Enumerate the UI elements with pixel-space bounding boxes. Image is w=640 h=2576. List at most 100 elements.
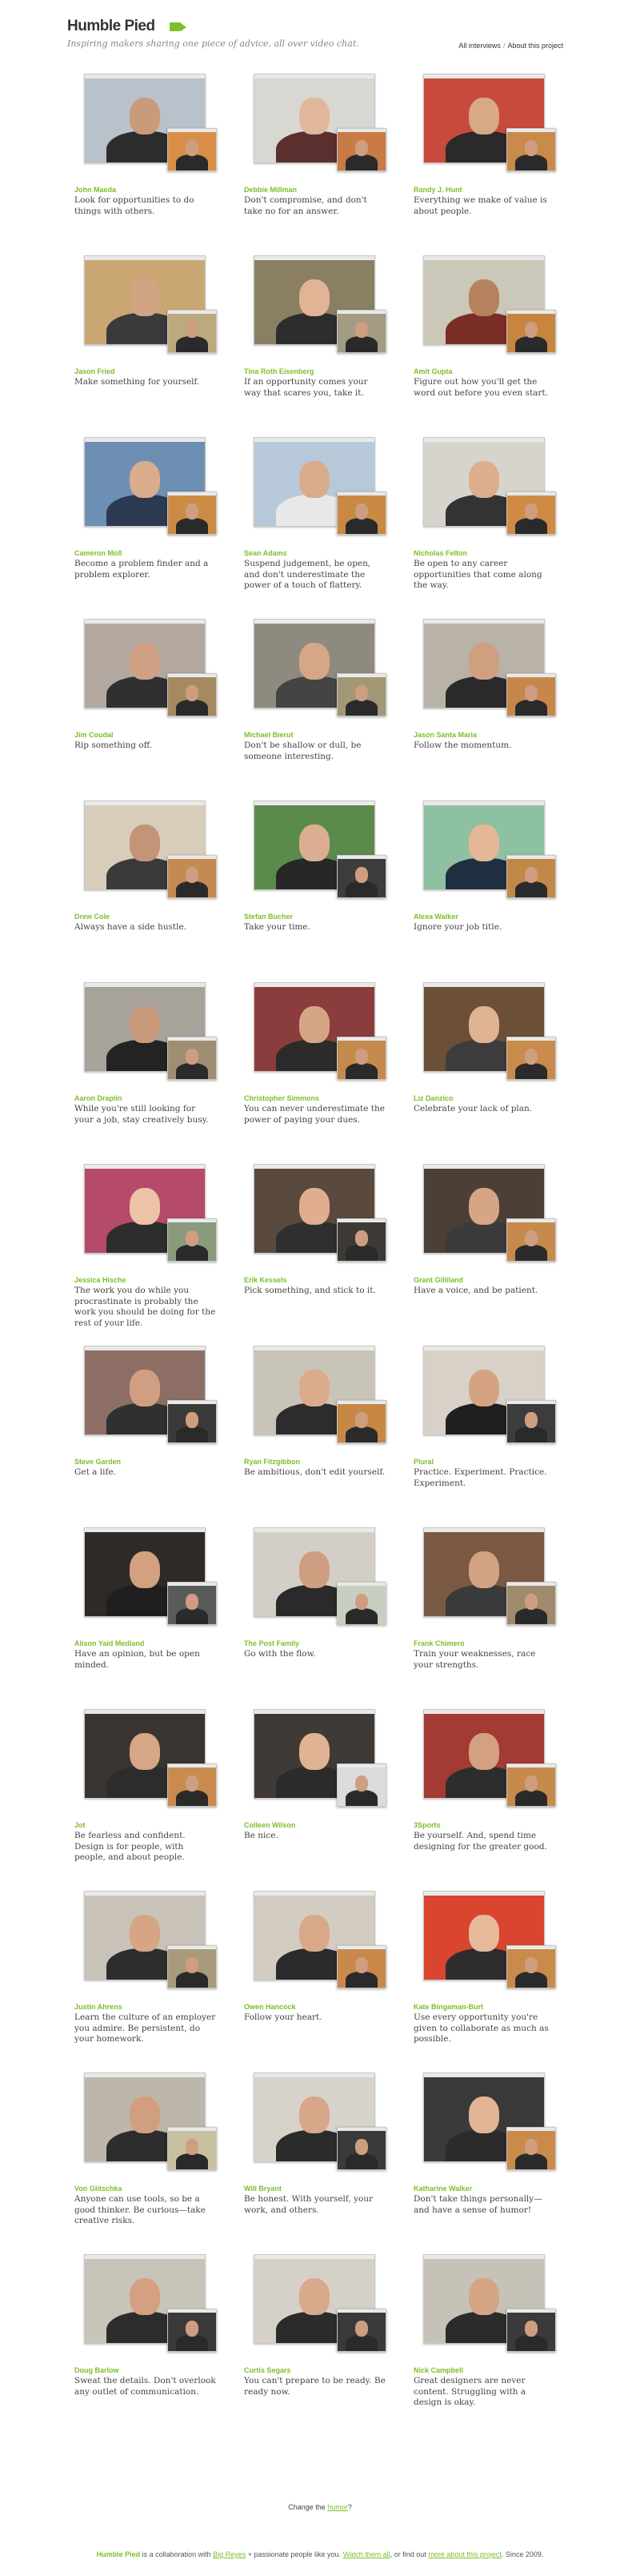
interviewee-name[interactable]: Debbie Millman [244,186,297,194]
video-chat-screenshot[interactable] [254,1346,386,1450]
video-chat-screenshot[interactable] [84,437,217,541]
video-chat-screenshot[interactable] [423,1346,556,1450]
video-chat-screenshot[interactable] [254,437,386,541]
interviewee-name[interactable]: Tina Roth Eisenberg [244,367,314,375]
video-scene [338,2131,386,2169]
video-chat-screenshot[interactable] [423,800,556,905]
person-body [176,1063,208,1079]
video-chat-screenshot[interactable] [254,1527,386,1631]
site-logo[interactable]: Humble Pied [67,18,155,35]
video-chat-screenshot[interactable] [254,1164,386,1268]
interviewee-name[interactable]: Jim Coudal [74,731,114,739]
video-chat-screenshot[interactable] [423,255,556,359]
video-chat-screenshot[interactable] [423,74,556,178]
footer-link-watch-all[interactable]: Watch them all [343,2550,390,2558]
video-chat-screenshot[interactable] [254,619,386,723]
video-chat-screenshot[interactable] [84,1164,217,1268]
interviewee-name[interactable]: Sean Adams [244,549,287,557]
interviewee-name[interactable]: Jason Santa Maria [414,731,477,739]
interviewee-name[interactable]: Owen Hancock [244,2003,296,2011]
video-pip-window [506,2127,556,2170]
interviewee-name[interactable]: Grant Gilliland [414,1276,463,1284]
interviewee-name[interactable]: Drew Cole [74,913,110,921]
interviewee-name[interactable]: The Post Family [244,1639,299,1647]
video-chat-screenshot[interactable] [423,1164,556,1268]
interviewee-name[interactable]: Randy J. Hunt [414,186,462,194]
interviewee-name[interactable]: Curtis Segars [244,2366,291,2374]
interviewee-name[interactable]: Erik Kessels [244,1276,287,1284]
video-chat-screenshot[interactable] [423,1709,556,1813]
video-chat-screenshot[interactable] [423,1891,556,1995]
video-chat-screenshot[interactable] [84,2072,217,2177]
video-chat-screenshot[interactable] [254,2254,386,2358]
video-chat-screenshot[interactable] [254,800,386,905]
interviewee-name[interactable]: 3Sports [414,1821,441,1829]
nav-all-interviews[interactable]: All interviews [458,42,501,50]
interviewee-name[interactable]: Justin Ahrens [74,2003,122,2011]
video-pip-window [337,1945,386,1988]
advice-quote: Great designers are never content. Strug… [414,2376,526,2407]
video-chat-screenshot[interactable] [84,800,217,905]
video-chat-screenshot[interactable] [254,2072,386,2177]
advice-quote: Sweat the details. Don't overlook any ou… [74,2376,216,2397]
video-chat-screenshot[interactable] [84,74,217,178]
interviewee-name[interactable]: Christopher Simmons [244,1094,319,1102]
interviewee-name[interactable]: Frank Chimero [414,1639,465,1647]
interviewee-name[interactable]: Doug Barlow [74,2366,119,2374]
video-pip-window [337,1037,386,1080]
interviewee-name[interactable]: Alison Yaid Medland [74,1639,144,1647]
interviewee-name[interactable]: Stefan Bucher [244,913,293,921]
video-chat-screenshot[interactable] [423,982,556,1086]
video-chat-screenshot[interactable] [84,1527,217,1631]
video-chat-screenshot[interactable] [254,74,386,178]
interviewee-name[interactable]: Jason Fried [74,367,115,375]
interviewee-name[interactable]: Aaron Draplin [74,1094,122,1102]
video-chat-screenshot[interactable] [254,255,386,359]
video-chat-screenshot[interactable] [423,619,556,723]
interviewee-name[interactable]: Jessica Hische [74,1276,126,1284]
video-chat-screenshot[interactable] [254,982,386,1086]
interviewee-name[interactable]: Liz Danzico [414,1094,454,1102]
person-body [176,336,208,352]
interviewee-name[interactable]: Nick Campbell [414,2366,463,2374]
video-chat-screenshot[interactable] [84,982,217,1086]
person-body [176,1790,208,1806]
video-chat-screenshot[interactable] [423,1527,556,1631]
video-chat-screenshot[interactable] [423,437,556,541]
advice-quote: Be yourself. And, spend time designing f… [414,1831,547,1852]
video-chat-screenshot[interactable] [84,1891,217,1995]
video-chat-screenshot[interactable] [423,2072,556,2177]
interviewee-name[interactable]: Cameron Moll [74,549,122,557]
video-chat-screenshot[interactable] [254,1709,386,1813]
interviewee-name[interactable]: Steve Garden [74,1458,121,1466]
interviewee-name[interactable]: Ryan Fitzgibbon [244,1458,300,1466]
video-chat-screenshot[interactable] [84,619,217,723]
interviewee-name[interactable]: Amit Gupta [414,367,453,375]
interviewee-name[interactable]: Katharine Walker [414,2185,472,2193]
person-body [346,1608,378,1624]
interviewee-name[interactable]: Will Bryant [244,2185,282,2193]
video-pip-window [506,1945,556,1988]
interviewee-name[interactable]: Kate Bingaman-Burt [414,2003,483,2011]
interviewee-name[interactable]: John Maeda [74,186,116,194]
video-chat-screenshot[interactable] [84,2254,217,2358]
footer-link-about[interactable]: more about this project [428,2550,502,2558]
video-scene [168,677,216,716]
interviewee-name[interactable]: Michael Bierut [244,731,294,739]
video-chat-screenshot[interactable] [84,1709,217,1813]
nav-about-project[interactable]: About this project [507,42,563,50]
interviewee-name[interactable]: Jot [74,1821,86,1829]
change-link[interactable]: humor [327,2503,348,2511]
interviewee-name[interactable]: Alexa Walker [414,913,458,921]
footer-text-3: , or find out [390,2550,426,2558]
interviewee-name[interactable]: Plural [414,1458,434,1466]
interviewee-name[interactable]: Nicholas Felton [414,549,467,557]
footer-link-collaborator[interactable]: Big Reyes [213,2550,246,2558]
video-chat-screenshot[interactable] [84,255,217,359]
person-head [130,1370,160,1406]
interviewee-name[interactable]: Von Glitschka [74,2185,122,2193]
video-chat-screenshot[interactable] [254,1891,386,1995]
video-chat-screenshot[interactable] [84,1346,217,1450]
interviewee-name[interactable]: Colleen Wilson [244,1821,295,1829]
video-chat-screenshot[interactable] [423,2254,556,2358]
